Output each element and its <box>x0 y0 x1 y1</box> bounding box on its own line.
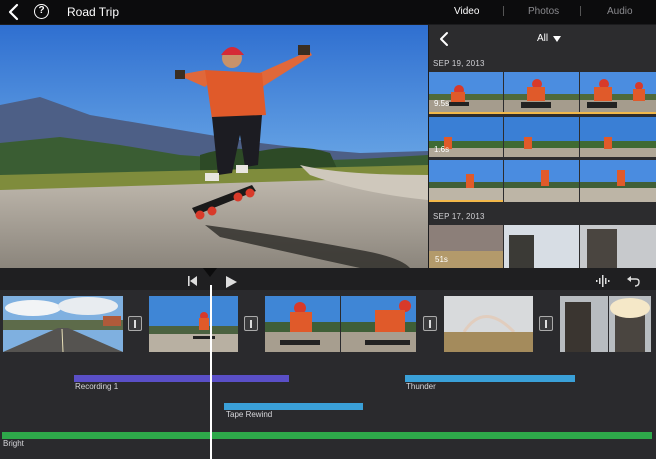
audio-track-bar[interactable] <box>2 432 652 439</box>
timeline-clip[interactable] <box>3 296 123 352</box>
tab-photos[interactable]: Photos <box>528 6 559 17</box>
clip-thumbnail <box>149 296 238 352</box>
clip-duration: 1.6s <box>434 145 450 154</box>
audio-track-label: Tape Rewind <box>226 410 273 419</box>
clip-thumbnails <box>429 72 656 114</box>
media-browser: All SEP 19, 2013 9.5s 1.6s SEP 17, 2013 … <box>429 25 656 268</box>
tab-video[interactable]: Video <box>454 6 479 17</box>
filter-dropdown[interactable]: All <box>537 33 548 44</box>
waveform-icon[interactable] <box>596 275 610 287</box>
undo-icon[interactable] <box>626 275 640 287</box>
clip-duration: 51s <box>435 255 448 264</box>
clip-thumbnail <box>265 296 416 352</box>
audio-track-bar[interactable] <box>224 403 363 410</box>
timeline[interactable]: Recording 1 Thunder Tape Rewind Bright <box>0 268 656 459</box>
back-chevron-icon[interactable] <box>438 31 450 47</box>
play-icon[interactable] <box>225 276 237 288</box>
audio-track-label: Bright <box>3 439 24 448</box>
clip-thumbnail <box>444 296 533 352</box>
playhead-marker[interactable] <box>203 268 217 277</box>
chevron-down-icon[interactable] <box>553 36 561 42</box>
tab-divider <box>503 6 504 16</box>
tab-audio[interactable]: Audio <box>607 6 633 17</box>
clip-thumbnails <box>429 225 656 268</box>
transition-icon[interactable] <box>423 316 437 331</box>
date-header: SEP 19, 2013 <box>433 59 485 68</box>
timeline-toolbar <box>0 268 656 290</box>
top-bar: ? Road Trip Video Photos Audio <box>0 0 656 24</box>
audio-track-label: Recording 1 <box>75 382 119 391</box>
transition-icon[interactable] <box>539 316 553 331</box>
back-chevron-icon[interactable] <box>6 2 22 22</box>
tab-divider <box>580 6 581 16</box>
clip-strip[interactable]: 9.5s <box>429 72 656 114</box>
timeline-clip[interactable] <box>444 296 533 352</box>
clip-duration: 9.5s <box>434 99 450 108</box>
clip-strip[interactable]: 1.6s <box>429 117 656 157</box>
skip-back-icon[interactable] <box>188 276 198 286</box>
audio-track-bar[interactable] <box>405 375 575 382</box>
clip-thumbnail <box>3 296 123 352</box>
audio-track-label: Thunder <box>406 382 436 391</box>
transition-icon[interactable] <box>128 316 142 331</box>
clip-thumbnails <box>429 117 656 157</box>
help-icon[interactable]: ? <box>34 4 49 19</box>
clip-thumbnail <box>560 296 651 352</box>
timeline-clip[interactable] <box>265 296 416 352</box>
video-viewer[interactable] <box>0 25 428 268</box>
timeline-clip[interactable] <box>560 296 651 352</box>
skateboarder-frame <box>0 25 428 268</box>
audio-track-bar[interactable] <box>74 375 289 382</box>
browser-header: All <box>429 25 656 53</box>
project-title: Road Trip <box>67 5 120 19</box>
clip-strip[interactable] <box>429 160 656 202</box>
playhead[interactable] <box>210 285 212 459</box>
timeline-clip[interactable] <box>149 296 238 352</box>
date-header: SEP 17, 2013 <box>433 212 485 221</box>
clip-strip[interactable]: 51s <box>429 225 656 268</box>
transition-icon[interactable] <box>244 316 258 331</box>
clip-thumbnails <box>429 160 656 202</box>
